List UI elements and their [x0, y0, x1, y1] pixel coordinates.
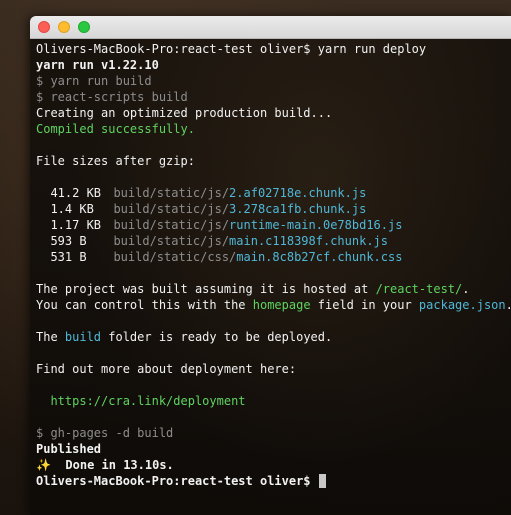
file-size-value: 593 B [50, 234, 87, 248]
final-prompt-text: Olivers-MacBook-Pro:react-test oliver$ [36, 474, 318, 488]
file-dir: build/static/js/ [113, 202, 230, 216]
react-scripts-command-line: $ react-scripts build [36, 90, 188, 104]
yarn-build-command-line: $ yarn run build [36, 74, 152, 88]
gh-pages-command-line: $ gh-pages -d build [36, 426, 174, 440]
file-name: 3.278ca1fb.chunk.js [229, 202, 367, 216]
file-size-value: 1.17 KB [50, 218, 102, 232]
terminal-output[interactable]: Olivers-MacBook-Pro:react-test oliver$ y… [30, 39, 511, 515]
close-button[interactable] [38, 21, 50, 33]
file-dir: build/static/js/ [113, 218, 230, 232]
prompt-command-text: Olivers-MacBook-Pro:react-test oliver$ y… [36, 42, 427, 56]
zoom-button[interactable] [78, 21, 90, 33]
file-name: main.c118398f.chunk.js [229, 234, 388, 248]
build-folder: build [64, 330, 102, 344]
minimize-button[interactable] [58, 21, 70, 33]
ready-text: The [36, 330, 65, 344]
creating-build-line: Creating an optimized production build..… [36, 106, 333, 120]
file-size-value: 531 B [50, 250, 87, 264]
file-dir: build/static/css/ [113, 250, 237, 264]
file-name: runtime-main.0e78bd16.js [229, 218, 403, 232]
compiled-success-line: Compiled successfully. [36, 122, 195, 136]
deploy-url-link[interactable]: https://cra.link/deployment [50, 394, 245, 408]
file-size-value: 41.2 KB [50, 186, 102, 200]
file-sizes-header: File sizes after gzip: [36, 154, 195, 168]
hosted-line: The project was built assuming it is hos… [36, 281, 506, 297]
published-line: Published [36, 442, 102, 456]
file-name: main.8c8b27cf.chunk.css [236, 250, 403, 264]
control-line: You can control this with the homepage f… [36, 297, 511, 313]
hosted-period: . [462, 282, 470, 296]
file-dir: build/static/js/ [113, 234, 230, 248]
homepage-field: homepage [252, 298, 311, 312]
terminal-window[interactable]: Olivers-MacBook-Pro:react-test oliver$ y… [30, 16, 511, 515]
done-text: Done in 13.10s. [50, 458, 174, 472]
control-period: . [506, 298, 511, 312]
sparkle-icon: ✨ [36, 458, 51, 472]
file-size-row: 1.17 KB build/static/js/runtime-main.0e78… [36, 217, 506, 233]
package-json-file: package.json [418, 298, 506, 312]
file-name: 2.af02718e.chunk.js [229, 186, 367, 200]
find-out-line: Find out more about deployment here: [36, 362, 297, 376]
file-size-row: 41.2 KB build/static/js/2.af02718e.chunk.… [36, 185, 506, 201]
ready-line: The build folder is ready to be deployed… [36, 329, 506, 345]
deploy-url-line: https://cra.link/deployment [36, 393, 506, 409]
file-dir: build/static/js/ [113, 186, 230, 200]
file-size-row: 593 B build/static/js/main.c118398f.chunk… [36, 233, 506, 249]
file-size-value: 1.4 KB [50, 202, 94, 216]
yarn-version-line: yarn run v1.22.10 [36, 58, 159, 72]
done-line: ✨ Done in 13.10s. [36, 457, 506, 473]
control-text: You can control this with the [36, 298, 253, 312]
file-size-row: 531 B build/static/css/main.8c8b27cf.chun… [36, 249, 506, 265]
window-titlebar[interactable] [30, 16, 511, 39]
hosted-text: The project was built assuming it is hos… [36, 282, 376, 296]
final-prompt-line[interactable]: Olivers-MacBook-Pro:react-test oliver$ [36, 473, 506, 489]
ready-text-end: folder is ready to be deployed. [101, 330, 333, 344]
text-cursor [318, 474, 326, 488]
prompt-line: Olivers-MacBook-Pro:react-test oliver$ y… [36, 41, 506, 57]
control-text-mid: field in your [310, 298, 419, 312]
hosted-path: /react-test/ [375, 282, 463, 296]
file-size-row: 1.4 KB build/static/js/3.278ca1fb.chunk.j… [36, 201, 506, 217]
